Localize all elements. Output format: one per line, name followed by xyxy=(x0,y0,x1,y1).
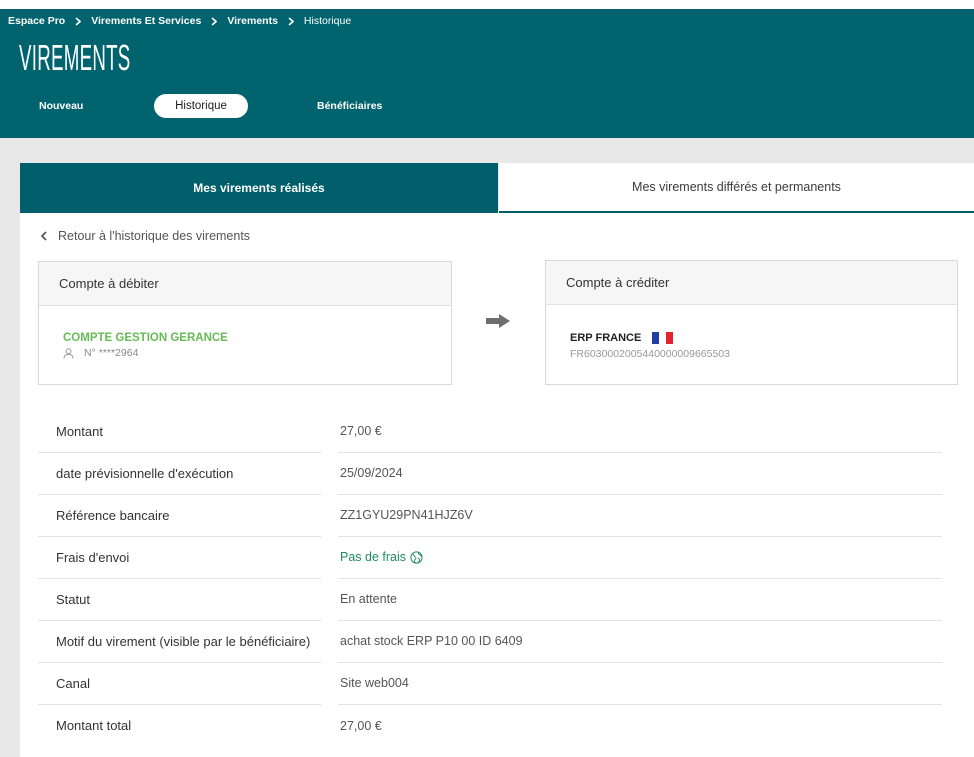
tab-virements-differes-permanents[interactable]: Mes virements différés et permanents xyxy=(499,163,974,213)
detail-gap xyxy=(321,411,338,453)
detail-gap xyxy=(321,537,338,579)
debit-account-number-row: N° ****2964 xyxy=(63,347,138,359)
page-title: VIREMENTS xyxy=(19,37,131,78)
credit-account-name: ERP FRANCE xyxy=(570,332,642,344)
nav-item-nouveau[interactable]: Nouveau xyxy=(39,99,83,113)
breadcrumb-espace-pro[interactable]: Espace Pro xyxy=(8,14,65,28)
credit-account-name-row: ERP FRANCE xyxy=(570,331,674,345)
detail-gap xyxy=(321,453,338,495)
back-link-label: Retour à l'historique des virements xyxy=(58,229,251,243)
detail-label: Montant total xyxy=(56,718,132,733)
breadcrumb-historique: Historique xyxy=(303,15,352,27)
detail-value: 25/09/2024 xyxy=(338,453,942,495)
debit-account-card: Compte à débiter COMPTE GESTION GERANCE … xyxy=(38,261,452,385)
nav-item-historique[interactable]: Historique xyxy=(154,94,248,118)
detail-row-bank-reference: Référence bancaire ZZ1GYU29PN41HJZ6V xyxy=(38,495,942,537)
chevron-right-icon xyxy=(211,16,218,26)
page-header: Espace Pro Virements Et Services Viremen… xyxy=(0,9,974,138)
debit-account-header: Compte à débiter xyxy=(39,262,451,306)
detail-value: En attente xyxy=(338,579,942,621)
detail-gap xyxy=(321,621,338,663)
chevron-left-icon xyxy=(40,231,48,241)
breadcrumb-virements-et-services[interactable]: Virements Et Services xyxy=(91,14,201,28)
back-to-history-link[interactable]: Retour à l'historique des virements xyxy=(40,229,250,243)
nav-item-beneficiaires[interactable]: Bénéficiaires xyxy=(317,99,382,113)
breadcrumb: Espace Pro Virements Et Services Viremen… xyxy=(8,14,351,28)
detail-row-sending-fees: Frais d'envoi Pas de frais xyxy=(38,537,942,579)
detail-row-total-amount: Montant total 27,00 € xyxy=(38,705,942,747)
debit-account-number: N° ****2964 xyxy=(84,347,139,359)
detail-row-channel: Canal Site web004 xyxy=(38,663,942,705)
detail-gap xyxy=(321,663,338,705)
detail-value-cell: Pas de frais xyxy=(338,537,942,579)
detail-value: 27,00 € xyxy=(338,411,942,453)
detail-row-execution-date: date prévisionnelle d'exécution 25/09/20… xyxy=(38,453,942,495)
french-flag-icon xyxy=(652,332,674,344)
chevron-right-icon xyxy=(75,16,82,26)
detail-row-amount: Montant 27,00 € xyxy=(38,411,942,453)
person-icon xyxy=(63,347,74,359)
detail-label: Montant xyxy=(38,411,321,453)
credit-account-card: Compte à créditer ERP FRANCE FR603000200… xyxy=(545,260,958,385)
tab-virements-realises[interactable]: Mes virements réalisés xyxy=(20,163,498,213)
detail-row-transfer-reason: Motif du virement (visible par le bénéfi… xyxy=(38,621,942,663)
debit-account-name: COMPTE GESTION GERANCE xyxy=(63,332,228,344)
eco-globe-icon xyxy=(410,551,423,564)
detail-value: ZZ1GYU29PN41HJZ6V xyxy=(338,495,942,537)
transfer-details-table: Montant 27,00 € date prévisionnelle d'ex… xyxy=(38,411,942,747)
credit-account-header: Compte à créditer xyxy=(546,261,957,305)
detail-gap xyxy=(321,705,338,747)
detail-label: Frais d'envoi xyxy=(38,537,321,579)
detail-label: Statut xyxy=(38,579,321,621)
detail-label: Canal xyxy=(38,663,321,705)
detail-value: Site web004 xyxy=(338,663,942,705)
credit-account-iban: FR6030002005440000009665503 xyxy=(570,348,730,360)
detail-label: Référence bancaire xyxy=(38,495,321,537)
arrow-right-icon xyxy=(486,314,510,328)
detail-value: achat stock ERP P10 00 ID 6409 xyxy=(338,621,942,663)
detail-row-status: Statut En attente xyxy=(38,579,942,621)
detail-value: 27,00 € xyxy=(340,718,382,733)
detail-gap xyxy=(321,495,338,537)
detail-gap xyxy=(321,579,338,621)
detail-value: Pas de frais xyxy=(340,550,407,564)
chevron-right-icon xyxy=(288,16,294,26)
breadcrumb-virements[interactable]: Virements xyxy=(227,14,278,28)
detail-label: Motif du virement (visible par le bénéfi… xyxy=(38,621,321,663)
detail-label: date prévisionnelle d'exécution xyxy=(38,453,321,495)
